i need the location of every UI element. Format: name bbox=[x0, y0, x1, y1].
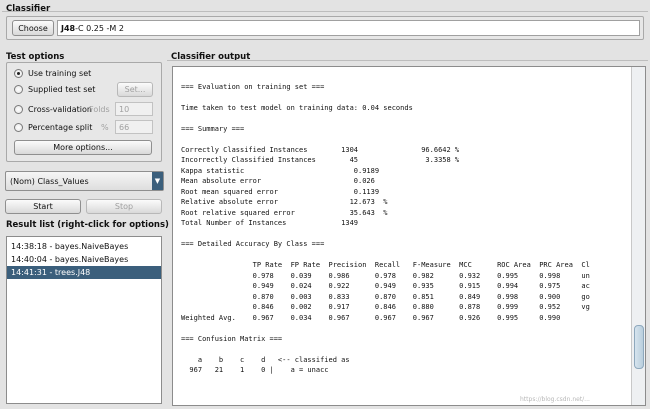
cross-validation-option[interactable]: Cross-validation bbox=[14, 102, 92, 117]
start-button[interactable]: Start bbox=[5, 199, 81, 214]
folds-input[interactable]: 10 bbox=[115, 102, 153, 116]
percentage-split-option[interactable]: Percentage split bbox=[14, 120, 92, 135]
result-list[interactable]: 14:38:18 - bayes.NaiveBayes 14:40:04 - b… bbox=[6, 236, 162, 404]
output-divider bbox=[167, 60, 648, 61]
set-button[interactable]: Set... bbox=[117, 82, 153, 97]
scrollbar-thumb[interactable] bbox=[634, 325, 644, 369]
watermark: https://blog.csdn.net/... bbox=[520, 396, 590, 403]
radio-selected-icon[interactable] bbox=[14, 69, 23, 78]
classifier-output-area[interactable]: === Evaluation on training set === Time … bbox=[172, 66, 646, 406]
class-select-value: (Nom) Class_Values bbox=[10, 176, 89, 186]
radio-icon[interactable] bbox=[14, 105, 23, 114]
result-item-2[interactable]: 14:40:04 - bayes.NaiveBayes bbox=[7, 253, 161, 266]
classifier-section-title: Classifier bbox=[6, 4, 51, 14]
percent-input[interactable]: 66 bbox=[115, 120, 153, 134]
more-options-button[interactable]: More options... bbox=[14, 140, 152, 155]
supplied-test-set-label: Supplied test set bbox=[28, 85, 96, 94]
supplied-test-set-option[interactable]: Supplied test set bbox=[14, 82, 95, 97]
result-list-title: Result list (right-click for options) bbox=[6, 220, 169, 230]
use-training-set-option[interactable]: Use training set bbox=[14, 66, 91, 81]
percentage-split-label: Percentage split bbox=[28, 123, 93, 132]
use-training-set-label: Use training set bbox=[28, 69, 92, 78]
classifier-config-field[interactable]: J48 -C 0.25 -M 2 bbox=[57, 20, 640, 36]
classifier-options: -C 0.25 -M 2 bbox=[75, 23, 124, 33]
result-item-1[interactable]: 14:38:18 - bayes.NaiveBayes bbox=[7, 240, 161, 253]
class-select[interactable]: (Nom) Class_Values ▼ bbox=[5, 171, 164, 191]
percent-label: % bbox=[101, 123, 109, 132]
classifier-divider bbox=[2, 11, 648, 12]
radio-icon[interactable] bbox=[14, 85, 23, 94]
folds-label: Folds bbox=[89, 105, 110, 114]
classifier-output-text: === Evaluation on training set === Time … bbox=[181, 82, 590, 375]
chevron-down-icon[interactable]: ▼ bbox=[152, 172, 163, 190]
stop-button[interactable]: Stop bbox=[86, 199, 162, 214]
cross-validation-label: Cross-validation bbox=[28, 105, 92, 114]
output-scrollbar[interactable] bbox=[631, 67, 645, 405]
radio-icon[interactable] bbox=[14, 123, 23, 132]
test-options-title: Test options bbox=[6, 52, 65, 62]
result-item-3[interactable]: 14:41:31 - trees.J48 bbox=[7, 266, 161, 279]
choose-button[interactable]: Choose bbox=[12, 20, 54, 36]
classifier-name: J48 bbox=[61, 23, 76, 33]
